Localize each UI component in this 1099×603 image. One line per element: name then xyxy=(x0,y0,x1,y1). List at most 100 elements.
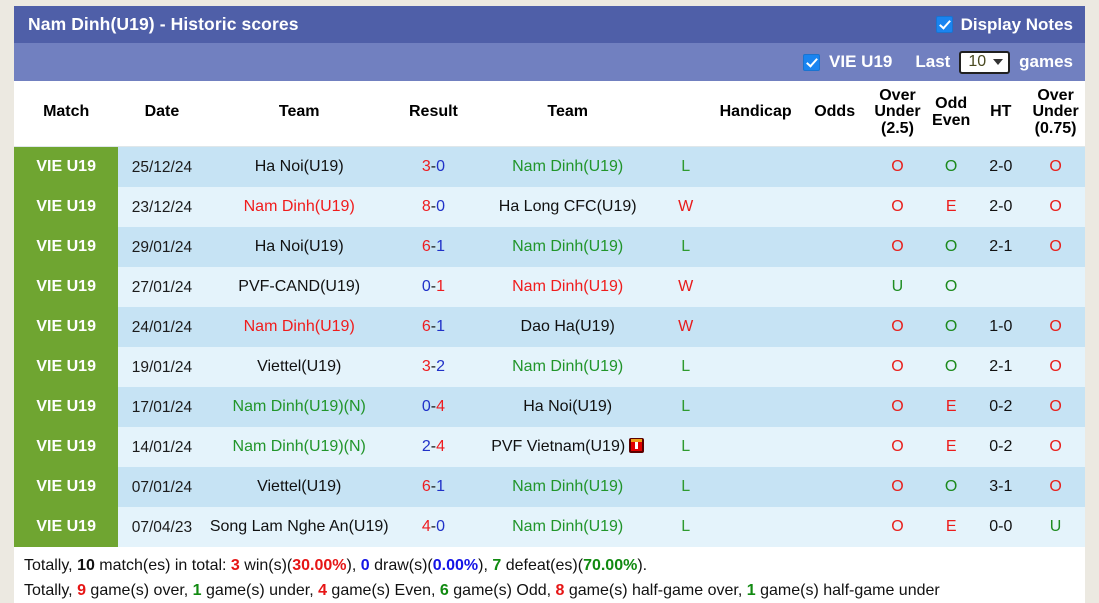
col-odds[interactable]: Odds xyxy=(801,81,869,148)
row-result-score[interactable]: 0-1 xyxy=(392,267,474,308)
row-odd-even: O xyxy=(926,267,976,308)
row-outcome: W xyxy=(661,187,711,228)
panel-subheader: VIE U19 Last 10 games xyxy=(14,43,1085,81)
row-home-team[interactable]: Nam Dinh(U19) xyxy=(205,187,393,228)
row-home-team[interactable]: Nam Dinh(U19)(N) xyxy=(205,387,393,428)
row-over-under-25: O xyxy=(868,227,927,268)
row-away-team[interactable]: Nam Dinh(U19) xyxy=(473,347,662,388)
row-match-badge: VIE U19 xyxy=(14,187,119,228)
col-ht[interactable]: HT xyxy=(975,81,1027,148)
table-row[interactable]: VIE U19 24/01/24 Nam Dinh(U19) 6-1 Dao Ha(U1… xyxy=(14,307,1085,348)
display-notes-checkbox[interactable] xyxy=(935,16,953,33)
summary-token: 3 xyxy=(230,557,240,575)
row-ht-score xyxy=(975,267,1027,308)
row-outcome: L xyxy=(661,227,711,268)
row-away-team[interactable]: Nam Dinh(U19) xyxy=(473,467,662,508)
row-ht-score: 2-0 xyxy=(975,187,1027,228)
row-home-team[interactable]: PVF-CAND(U19) xyxy=(205,267,393,308)
summary-footer: Totally, 10 match(es) in total: 3 win(s)… xyxy=(14,547,1085,603)
col-date[interactable]: Date xyxy=(118,81,206,148)
row-result-score[interactable]: 3-0 xyxy=(392,146,474,188)
row-match-badge: VIE U19 xyxy=(14,227,119,268)
summary-token: 6 xyxy=(439,582,449,600)
row-date: 17/01/24 xyxy=(118,387,206,428)
historic-scores-table: Match Date Team Result Team Handicap Odd… xyxy=(14,81,1085,548)
col-over-under-075[interactable]: Over Under (0.75) xyxy=(1026,81,1085,148)
col-odd-even-line1: Odd xyxy=(935,95,968,113)
row-handicap xyxy=(710,387,802,428)
row-home-team[interactable]: Ha Noi(U19) xyxy=(205,146,393,188)
display-notes-group: Display Notes xyxy=(935,15,1073,35)
row-odd-even: E xyxy=(926,187,976,228)
summary-token: 9 xyxy=(77,582,86,600)
summary-token: 8 xyxy=(555,582,565,600)
row-outcome: L xyxy=(661,387,711,428)
row-home-team[interactable]: Viettel(U19) xyxy=(205,467,393,508)
row-away-team[interactable]: Nam Dinh(U19) xyxy=(473,227,662,268)
row-away-team[interactable]: PVF Vietnam(U19) xyxy=(473,427,662,468)
row-date: 25/12/24 xyxy=(118,146,206,188)
row-odds xyxy=(801,507,869,548)
row-date: 23/12/24 xyxy=(118,187,206,228)
row-outcome: L xyxy=(661,467,711,508)
table-row[interactable]: VIE U19 07/01/24 Viettel(U19) 6-1 Nam Dinh(U… xyxy=(14,467,1085,508)
row-result-score[interactable]: 3-2 xyxy=(392,347,474,388)
col-over-under-25-line2: Under xyxy=(874,103,921,121)
row-odds xyxy=(801,187,869,228)
row-ht-score: 2-1 xyxy=(975,347,1027,388)
chevron-down-icon xyxy=(993,58,1004,65)
col-over-under-25[interactable]: Over Under (2.5) xyxy=(868,81,927,148)
row-result-score[interactable]: 0-4 xyxy=(392,387,474,428)
summary-token: match(es) in total: xyxy=(94,557,231,575)
col-odd-even[interactable]: Odd Even xyxy=(926,81,976,148)
col-over-under-075-line2: Under xyxy=(1032,103,1079,121)
row-home-team[interactable]: Nam Dinh(U19) xyxy=(205,307,393,348)
row-handicap xyxy=(710,267,802,308)
row-outcome: L xyxy=(661,427,711,468)
row-result-score[interactable]: 6-1 xyxy=(392,227,474,268)
row-result-score[interactable]: 4-0 xyxy=(392,507,474,548)
row-over-under-25: U xyxy=(868,267,927,308)
table-row[interactable]: VIE U19 29/01/24 Ha Noi(U19) 6-1 Nam Dinh(U1… xyxy=(14,227,1085,268)
table-row[interactable]: VIE U19 27/01/24 PVF-CAND(U19) 0-1 Nam Dinh(… xyxy=(14,267,1085,308)
row-result-score[interactable]: 8-0 xyxy=(392,187,474,228)
games-count-select[interactable]: 10 xyxy=(959,50,1011,74)
row-away-team[interactable]: Nam Dinh(U19) xyxy=(473,507,662,548)
table-row[interactable]: VIE U19 25/12/24 Ha Noi(U19) 3-0 Nam Dinh(U1… xyxy=(14,146,1085,188)
row-away-team[interactable]: Nam Dinh(U19) xyxy=(473,267,662,308)
row-away-team[interactable]: Nam Dinh(U19) xyxy=(473,146,662,188)
row-away-team[interactable]: Dao Ha(U19) xyxy=(473,307,662,348)
table-row[interactable]: VIE U19 23/12/24 Nam Dinh(U19) 8-0 Ha Long C… xyxy=(14,187,1085,228)
row-result-score[interactable]: 6-1 xyxy=(392,307,474,348)
row-away-team[interactable]: Ha Long CFC(U19) xyxy=(473,187,662,228)
row-date: 27/01/24 xyxy=(118,267,206,308)
col-match[interactable]: Match xyxy=(14,81,119,148)
row-home-team[interactable]: Nam Dinh(U19)(N) xyxy=(205,427,393,468)
row-over-under-075: U xyxy=(1026,507,1085,548)
table-row[interactable]: VIE U19 14/01/24 Nam Dinh(U19)(N) 2-4 PVF Vi… xyxy=(14,427,1085,468)
row-over-under-075: O xyxy=(1026,427,1085,468)
league-filter-checkbox[interactable] xyxy=(803,53,821,71)
table-row[interactable]: VIE U19 19/01/24 Viettel(U19) 3-2 Nam Dinh(U… xyxy=(14,347,1085,388)
row-over-under-25: O xyxy=(868,467,927,508)
row-away-team[interactable]: Ha Noi(U19) xyxy=(473,387,662,428)
row-match-badge: VIE U19 xyxy=(14,507,119,548)
summary-token: game(s) half-game over, xyxy=(564,582,747,600)
row-over-under-25: O xyxy=(868,387,927,428)
table-row[interactable]: VIE U19 17/01/24 Nam Dinh(U19)(N) 0-4 Ha Noi… xyxy=(14,387,1085,428)
col-team-away[interactable]: Team xyxy=(473,81,662,148)
games-label: games xyxy=(1019,52,1073,71)
row-odds xyxy=(801,227,869,268)
summary-token: win(s)( xyxy=(239,557,293,575)
row-home-team[interactable]: Ha Noi(U19) xyxy=(205,227,393,268)
row-result-score[interactable]: 2-4 xyxy=(392,427,474,468)
row-over-under-075: O xyxy=(1026,187,1085,228)
row-result-score[interactable]: 6-1 xyxy=(392,467,474,508)
col-result[interactable]: Result xyxy=(392,81,474,148)
col-team-home[interactable]: Team xyxy=(205,81,393,148)
row-home-team[interactable]: Song Lam Nghe An(U19) xyxy=(205,507,393,548)
row-home-team[interactable]: Viettel(U19) xyxy=(205,347,393,388)
table-row[interactable]: VIE U19 07/04/23 Song Lam Nghe An(U19) 4-0 N… xyxy=(14,507,1085,548)
summary-token: 70.00% xyxy=(583,557,638,575)
col-handicap[interactable]: Handicap xyxy=(710,81,802,148)
